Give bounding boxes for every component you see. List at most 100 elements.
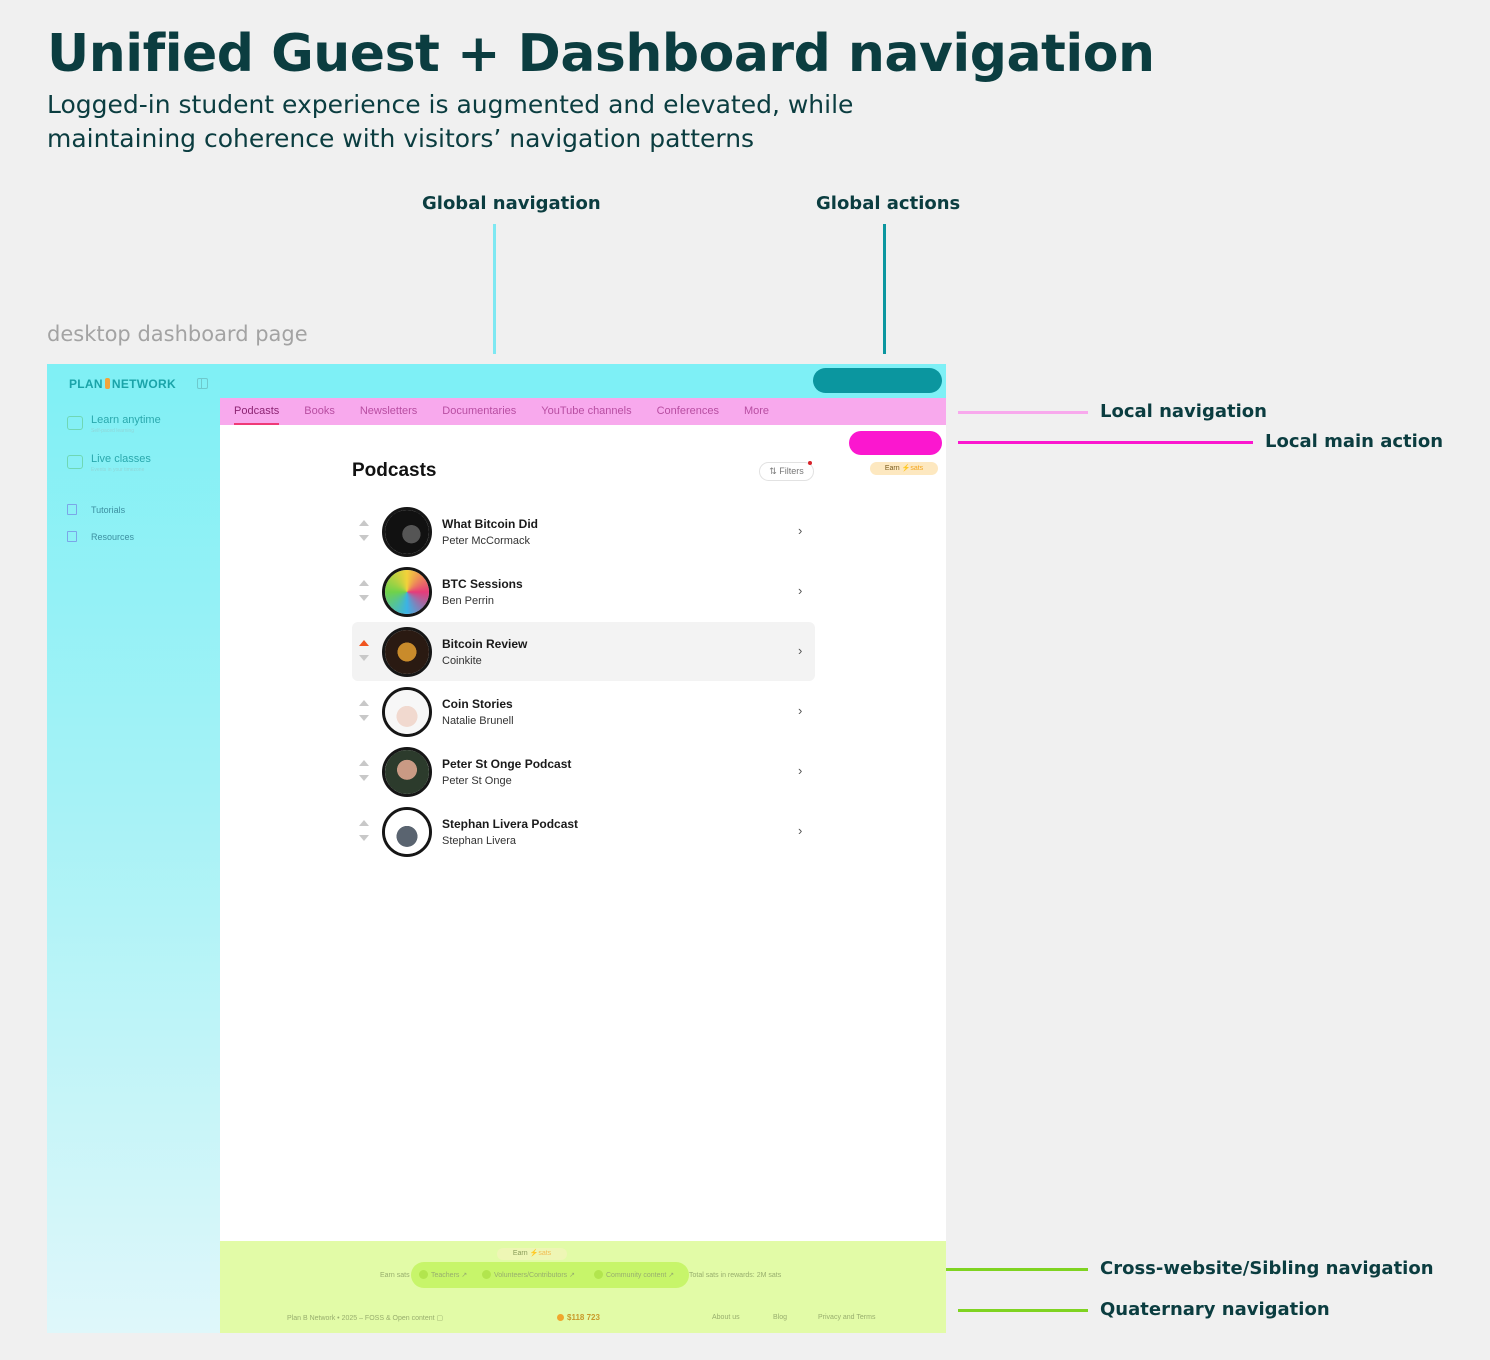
footer-earn-sats-label: Earn sats — [380, 1272, 410, 1279]
podcast-row[interactable]: Peter St Onge Podcast Peter St Onge › — [352, 742, 815, 801]
podcast-row[interactable]: Stephan Livera Podcast Stephan Livera › — [352, 802, 815, 861]
tab-youtube-channels[interactable]: YouTube channels — [541, 398, 631, 425]
annotation-local-navigation: Local navigation — [1100, 401, 1267, 422]
tab-newsletters[interactable]: Newsletters — [360, 398, 417, 425]
tab-more[interactable]: More — [744, 398, 769, 425]
local-main-action-button[interactable] — [849, 431, 942, 455]
teacher-icon — [419, 1270, 428, 1279]
podcast-name: Stephan Livera Podcast — [442, 817, 579, 831]
podcast-avatar — [382, 687, 432, 737]
downvote-icon[interactable] — [359, 655, 369, 661]
annotation-global-navigation: Global navigation — [422, 193, 601, 214]
community-icon — [594, 1270, 603, 1279]
podcast-author: Coinkite — [442, 655, 482, 667]
podcast-author: Peter McCormack — [442, 535, 531, 547]
footer-link-label: Teachers — [431, 1272, 460, 1279]
podcast-avatar — [382, 627, 432, 677]
vote-control — [359, 580, 369, 601]
podcast-row[interactable]: What Bitcoin Did Peter McCormack › — [352, 502, 815, 561]
earn-sats-label: sats — [910, 465, 924, 472]
podcast-row[interactable]: Coin Stories Natalie Brunell › — [352, 682, 815, 741]
resources-icon — [67, 531, 77, 542]
annotation-cross-website: Cross-website/Sibling navigation — [1100, 1258, 1434, 1279]
podcast-avatar — [382, 747, 432, 797]
footer-link-about[interactable]: About us — [712, 1314, 740, 1321]
annotation-line-local-main-action — [958, 441, 1253, 444]
upvote-icon[interactable] — [359, 640, 369, 646]
downvote-icon[interactable] — [359, 535, 369, 541]
footer-link-privacy[interactable]: Privacy and Terms — [818, 1314, 875, 1321]
sidebar-item-live-classes[interactable]: Live classes Events in your timezone — [67, 453, 151, 473]
podcast-name: BTC Sessions — [442, 577, 523, 591]
earn-label: Earn — [884, 465, 900, 472]
global-navigation-sidebar: PLAN NETWORK Learn anytime Self-paced lea… — [47, 364, 220, 1333]
plan-b-network-logo[interactable]: PLAN NETWORK — [69, 377, 176, 391]
footer-copyright-text: Plan B Network • 2025 – FOSS & Open cont… — [287, 1315, 435, 1322]
tab-podcasts[interactable]: Podcasts — [234, 398, 280, 425]
chevron-right-icon[interactable]: › — [798, 643, 802, 658]
podcast-name: Coin Stories — [442, 697, 513, 711]
chevron-right-icon[interactable]: › — [798, 703, 802, 718]
logo-text-left: PLAN — [69, 377, 103, 391]
footer-link-blog[interactable]: Blog — [773, 1314, 787, 1321]
filters-indicator-dot — [808, 461, 812, 465]
vote-control — [359, 820, 369, 841]
footer-link-volunteers[interactable]: Volunteers/Contributors ↗ — [482, 1270, 575, 1279]
filter-icon: ⇅ — [769, 466, 777, 476]
vote-control — [359, 760, 369, 781]
sidebar-item-sub: Events in your timezone — [91, 467, 145, 473]
downvote-icon[interactable] — [359, 595, 369, 601]
footer-earn-badge[interactable]: Earn ⚡sats — [497, 1248, 567, 1260]
coin-icon — [557, 1314, 564, 1321]
upvote-icon[interactable] — [359, 760, 369, 766]
sats-counter-value: $118 723 — [567, 1313, 600, 1322]
podcast-author: Peter St Onge — [442, 775, 512, 787]
filters-button[interactable]: ⇅ Filters — [759, 462, 814, 481]
lightning-icon: ⚡ — [901, 465, 911, 472]
footer-link-teachers[interactable]: Teachers ↗ — [419, 1270, 467, 1279]
tab-books[interactable]: Books — [304, 398, 335, 425]
chevron-right-icon[interactable]: › — [798, 523, 802, 538]
earn-label: Earn — [512, 1250, 528, 1257]
global-action-button[interactable] — [813, 368, 942, 393]
downvote-icon[interactable] — [359, 775, 369, 781]
downvote-icon[interactable] — [359, 715, 369, 721]
footer-total-sats: Total sats in rewards: 2M sats — [689, 1272, 782, 1279]
chevron-right-icon[interactable]: › — [798, 823, 802, 838]
tab-documentaries[interactable]: Documentaries — [442, 398, 516, 425]
podcast-row[interactable]: BTC Sessions Ben Perrin › — [352, 562, 815, 621]
page-title: Unified Guest + Dashboard navigation — [47, 24, 1155, 84]
podcast-avatar — [382, 567, 432, 617]
upvote-icon[interactable] — [359, 520, 369, 526]
podcast-name: Bitcoin Review — [442, 637, 528, 651]
tab-conferences[interactable]: Conferences — [657, 398, 719, 425]
local-navigation-tabs: Podcasts Books Newsletters Documentaries… — [220, 398, 946, 425]
sidebar-item-label: Learn anytime — [91, 414, 161, 426]
sidebar-collapse-icon[interactable] — [197, 378, 208, 389]
chevron-right-icon[interactable]: › — [798, 763, 802, 778]
podcast-row[interactable]: Bitcoin Review Coinkite › — [352, 622, 815, 681]
sidebar-item-label: Resources — [91, 531, 135, 542]
logo-text-right: NETWORK — [111, 377, 176, 391]
podcast-avatar — [382, 807, 432, 857]
caption-desktop-dashboard: desktop dashboard page — [47, 322, 308, 346]
sidebar-item-tutorials[interactable]: Tutorials — [67, 504, 125, 515]
sidebar-item-learn-anytime[interactable]: Learn anytime Self-paced learning — [67, 414, 161, 434]
earn-sats-badge[interactable]: Earn ⚡sats — [870, 462, 938, 475]
upvote-icon[interactable] — [359, 580, 369, 586]
annotation-global-actions: Global actions — [816, 193, 961, 214]
footer-link-label: Community content — [606, 1272, 667, 1279]
footer-link-label: Volunteers/Contributors — [494, 1272, 568, 1279]
downvote-icon[interactable] — [359, 835, 369, 841]
vote-control — [359, 700, 369, 721]
earn-sats-label: sats — [538, 1250, 552, 1257]
book-icon — [67, 416, 83, 430]
podcast-name: What Bitcoin Did — [442, 517, 538, 531]
footer-link-community[interactable]: Community content ↗ — [594, 1270, 674, 1279]
sidebar-item-resources[interactable]: Resources — [67, 531, 134, 542]
upvote-icon[interactable] — [359, 820, 369, 826]
upvote-icon[interactable] — [359, 700, 369, 706]
podcast-avatar — [382, 507, 432, 557]
chevron-right-icon[interactable]: › — [798, 583, 802, 598]
footer-sats-counter: $118 723 — [557, 1313, 600, 1322]
